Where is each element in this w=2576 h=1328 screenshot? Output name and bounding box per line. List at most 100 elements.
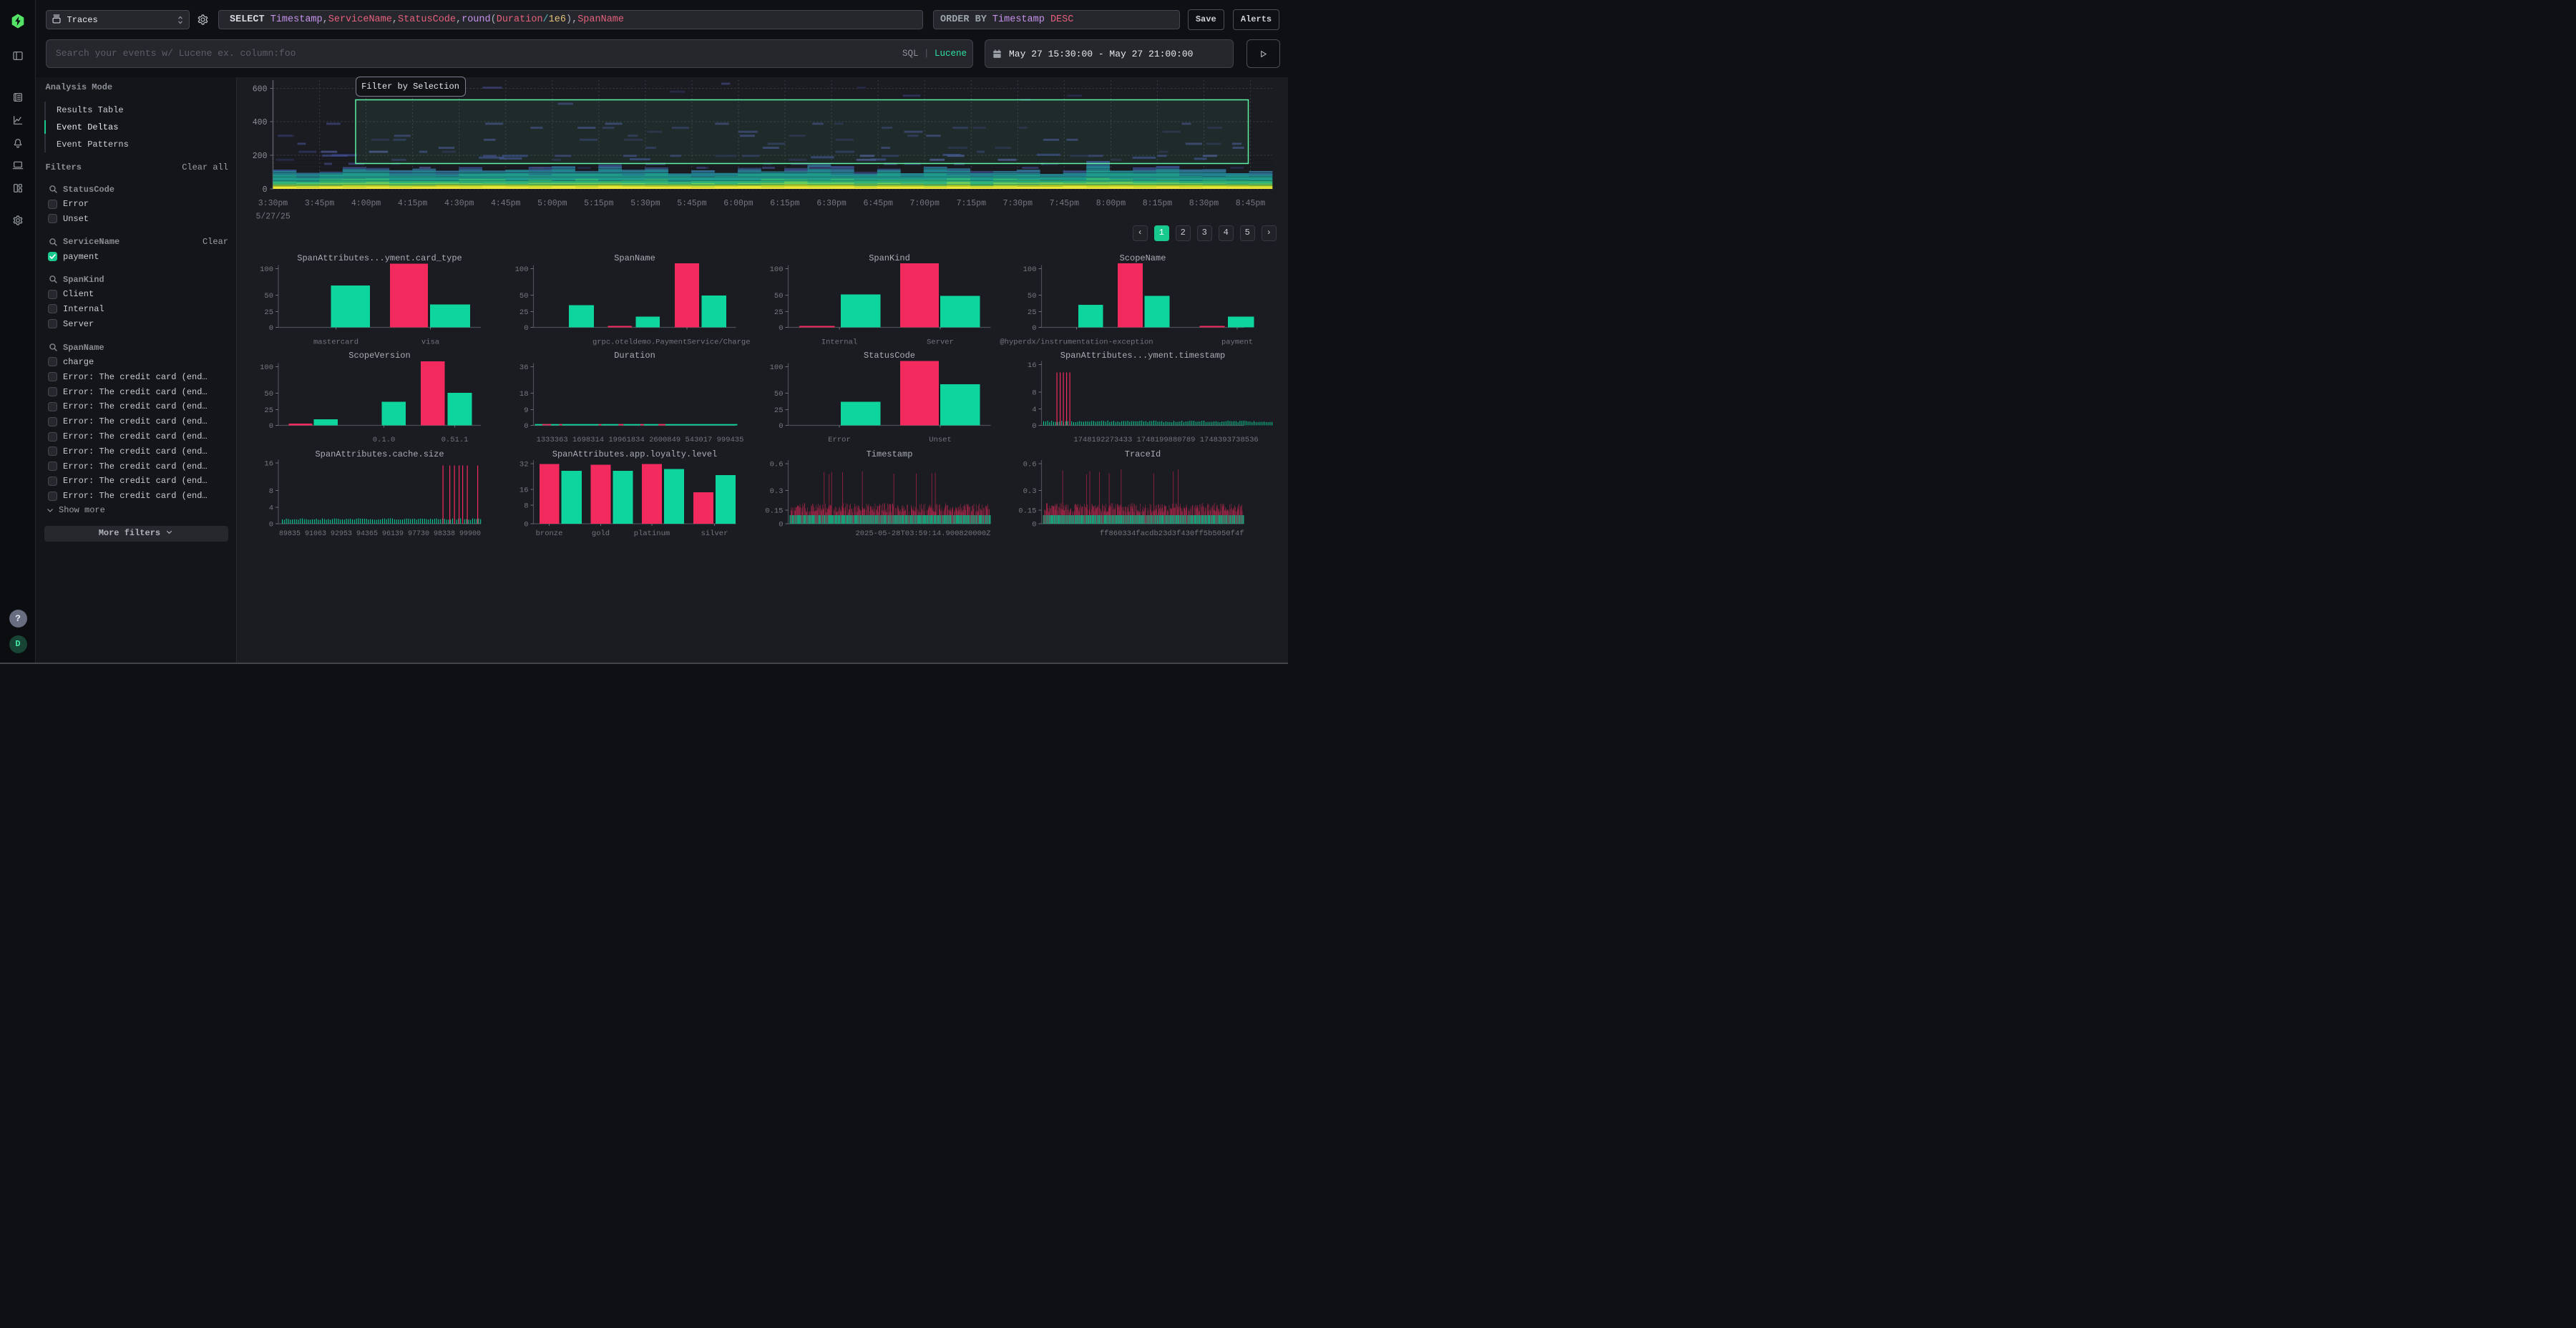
svg-text:TraceId: TraceId: [1124, 449, 1160, 459]
svg-text:SpanAttributes...yment.timesta: SpanAttributes...yment.timestamp: [1060, 351, 1224, 361]
svg-text:bronze: bronze: [535, 529, 562, 538]
svg-text:0.6: 0.6: [1023, 461, 1036, 469]
svg-text:6:00pm: 6:00pm: [723, 199, 753, 208]
svg-text:4:45pm: 4:45pm: [490, 199, 520, 208]
svg-text:ScopeName: ScopeName: [1119, 253, 1166, 263]
svg-text:grpc.oteldemo.PaymentService/C: grpc.oteldemo.PaymentService/Charge: [592, 338, 750, 347]
svg-text:8: 8: [268, 487, 273, 496]
svg-text:16: 16: [1027, 361, 1036, 370]
svg-text:0.15: 0.15: [765, 507, 783, 516]
svg-text:4: 4: [1032, 406, 1036, 414]
svg-text:0: 0: [268, 422, 273, 431]
svg-text:50: 50: [264, 390, 273, 399]
svg-text:25: 25: [264, 308, 273, 317]
svg-text:8:15pm: 8:15pm: [1142, 199, 1172, 208]
svg-text:Server: Server: [927, 338, 954, 347]
svg-text:1748192273433 1748199880789 17: 1748192273433 1748199880789 174839373853…: [1073, 436, 1258, 444]
svg-text:50: 50: [519, 292, 528, 301]
svg-text:0: 0: [779, 521, 783, 529]
svg-text:StatusCode: StatusCode: [863, 351, 914, 361]
svg-text:Error: Error: [828, 436, 851, 444]
svg-text:2025-05-28T03:59:14.900820000Z: 2025-05-28T03:59:14.900820000Z: [855, 529, 990, 538]
svg-text:7:45pm: 7:45pm: [1049, 199, 1079, 208]
svg-text:ff860334facdb23d3f430ff5b5050f: ff860334facdb23d3f430ff5b5050f4f: [1099, 529, 1244, 538]
svg-text:3:45pm: 3:45pm: [304, 199, 334, 208]
svg-text:4:00pm: 4:00pm: [351, 199, 381, 208]
svg-text:0.3: 0.3: [1023, 487, 1036, 496]
svg-text:25: 25: [1027, 308, 1036, 317]
svg-text:32: 32: [519, 461, 528, 469]
svg-text:0.51.1: 0.51.1: [441, 436, 468, 444]
svg-text:visa: visa: [421, 338, 439, 347]
svg-text:0: 0: [779, 422, 783, 431]
svg-text:18: 18: [519, 390, 528, 399]
svg-text:100: 100: [769, 265, 783, 274]
svg-text:SpanName: SpanName: [614, 253, 655, 263]
svg-text:8: 8: [524, 502, 528, 511]
svg-text:100: 100: [769, 363, 783, 372]
svg-text:mastercard: mastercard: [313, 338, 358, 347]
svg-text:0: 0: [268, 324, 273, 333]
svg-text:Timestamp: Timestamp: [866, 449, 912, 459]
svg-text:100: 100: [514, 265, 528, 274]
svg-text:7:15pm: 7:15pm: [956, 199, 986, 208]
svg-text:16: 16: [519, 487, 528, 495]
svg-text:50: 50: [774, 292, 783, 301]
svg-text:4:30pm: 4:30pm: [444, 199, 474, 208]
svg-text:100: 100: [260, 265, 273, 274]
svg-text:0.1.0: 0.1.0: [372, 436, 395, 444]
svg-text:6:45pm: 6:45pm: [863, 199, 893, 208]
svg-text:0.6: 0.6: [769, 461, 783, 469]
svg-text:@hyperdx/instrumentation-excep: @hyperdx/instrumentation-exception: [1000, 338, 1153, 347]
svg-text:platinum: platinum: [633, 529, 669, 538]
svg-text:600: 600: [252, 85, 267, 94]
svg-text:0: 0: [1032, 422, 1036, 431]
svg-text:25: 25: [519, 308, 528, 317]
svg-text:4: 4: [268, 504, 273, 513]
svg-text:100: 100: [260, 363, 273, 372]
svg-text:8:30pm: 8:30pm: [1189, 199, 1219, 208]
svg-text:3:30pm: 3:30pm: [258, 199, 288, 208]
svg-text:0: 0: [262, 185, 267, 195]
svg-text:8: 8: [1032, 389, 1036, 398]
svg-text:16: 16: [264, 460, 273, 469]
svg-text:25: 25: [264, 406, 273, 415]
svg-text:ScopeVersion: ScopeVersion: [348, 351, 410, 361]
svg-text:Unset: Unset: [929, 436, 952, 444]
svg-text:5/27/25: 5/27/25: [255, 213, 290, 222]
svg-text:5:00pm: 5:00pm: [537, 199, 567, 208]
svg-text:Duration: Duration: [614, 351, 655, 361]
svg-text:89835 91063 92953 94365 96139: 89835 91063 92953 94365 96139 97730 9833…: [278, 530, 480, 538]
svg-text:8:45pm: 8:45pm: [1235, 199, 1265, 208]
svg-text:9: 9: [524, 406, 528, 415]
svg-text:36: 36: [519, 363, 528, 372]
svg-text:SpanAttributes...yment.card_ty: SpanAttributes...yment.card_type: [297, 253, 462, 263]
svg-text:7:30pm: 7:30pm: [1002, 199, 1033, 208]
svg-text:4:15pm: 4:15pm: [397, 199, 427, 208]
svg-text:SpanKind: SpanKind: [869, 253, 910, 263]
svg-text:5:15pm: 5:15pm: [584, 199, 614, 208]
svg-text:0: 0: [524, 422, 528, 431]
svg-text:50: 50: [264, 292, 273, 301]
svg-text:100: 100: [1023, 265, 1036, 274]
svg-text:0: 0: [524, 324, 528, 333]
svg-text:gold: gold: [591, 529, 609, 538]
svg-text:silver: silver: [701, 529, 728, 538]
svg-text:payment: payment: [1221, 338, 1252, 347]
svg-text:0: 0: [1032, 324, 1036, 333]
svg-text:0.3: 0.3: [769, 487, 783, 496]
svg-text:Internal: Internal: [821, 338, 857, 347]
svg-text:SpanAttributes.app.loyalty.lev: SpanAttributes.app.loyalty.level: [552, 449, 716, 459]
svg-text:8:00pm: 8:00pm: [1096, 199, 1126, 208]
svg-text:200: 200: [252, 152, 267, 161]
svg-text:50: 50: [774, 390, 783, 399]
svg-text:25: 25: [774, 308, 783, 317]
svg-text:0: 0: [779, 324, 783, 333]
svg-text:SpanAttributes.cache.size: SpanAttributes.cache.size: [315, 449, 444, 459]
svg-text:5:45pm: 5:45pm: [677, 199, 707, 208]
svg-text:5:30pm: 5:30pm: [630, 199, 660, 208]
svg-text:0.15: 0.15: [1018, 507, 1036, 516]
svg-text:0: 0: [1032, 521, 1036, 529]
svg-text:1333363 1698314 19961834 26008: 1333363 1698314 19961834 2600849 543017 …: [536, 436, 743, 444]
svg-text:6:15pm: 6:15pm: [770, 199, 800, 208]
